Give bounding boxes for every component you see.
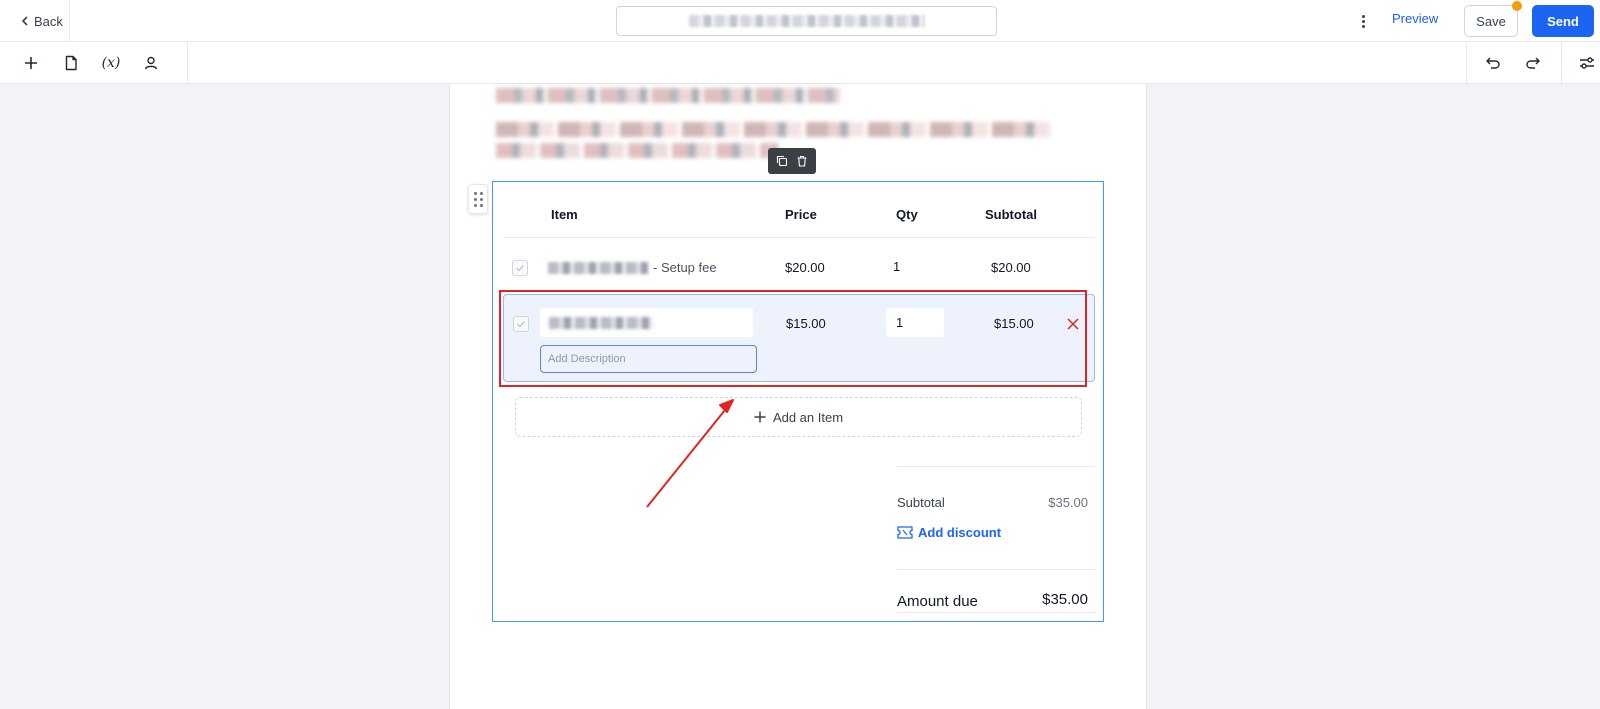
variable-icon[interactable]: (x) (98, 50, 124, 76)
add-item-button[interactable]: Add an Item (515, 397, 1082, 437)
add-item-label: Add an Item (772, 409, 844, 425)
subtotal-label: Subtotal (897, 495, 945, 510)
chevron-left-icon (21, 16, 28, 26)
item-qty-input[interactable] (886, 308, 944, 337)
redacted-title (688, 15, 925, 27)
editor-toolbar: (x) (0, 42, 1600, 84)
ticket-icon (897, 526, 913, 539)
plus-icon (754, 411, 766, 423)
redacted-text (496, 143, 778, 158)
duplicate-icon[interactable] (776, 155, 788, 167)
save-button[interactable]: Save (1464, 5, 1518, 37)
editing-line-item: $15.00 $15.00 (503, 294, 1095, 382)
header-price: Price (785, 207, 817, 222)
send-button[interactable]: Send (1532, 5, 1594, 37)
redacted-item-name (548, 262, 648, 274)
document-title-field[interactable] (616, 6, 997, 36)
undo-icon[interactable] (1480, 50, 1506, 76)
user-icon[interactable] (138, 50, 164, 76)
document-page: Item Price Qty Subtotal - Setup fee $20.… (450, 84, 1146, 709)
settings-sliders-icon[interactable] (1574, 50, 1600, 76)
row-checkbox[interactable] (513, 316, 529, 332)
item-subtotal: $20.00 (991, 260, 1031, 275)
item-description-input[interactable] (540, 345, 757, 373)
item-name-suffix: - Setup fee (653, 260, 717, 275)
top-bar: Back Preview Save Send (0, 0, 1600, 42)
check-icon (516, 265, 524, 272)
amount-due-label: Amount due (897, 593, 978, 610)
header-divider (503, 237, 1095, 238)
header-subtotal: Subtotal (985, 207, 1037, 222)
toolbar-divider (1561, 42, 1562, 84)
header-item: Item (551, 207, 578, 222)
item-price: $15.00 (786, 316, 826, 331)
add-discount-button[interactable]: Add discount (897, 525, 1001, 540)
header-qty: Qty (896, 207, 918, 222)
toolbar-divider (187, 42, 188, 84)
toolbar-divider (1466, 42, 1467, 84)
row-checkbox[interactable] (512, 260, 528, 276)
line-items-table: Item Price Qty Subtotal - Setup fee $20.… (492, 181, 1104, 622)
redacted-item-name (549, 317, 653, 329)
back-label: Back (34, 13, 63, 29)
item-subtotal: $15.00 (994, 316, 1034, 331)
item-name-input[interactable] (540, 308, 753, 337)
redo-icon[interactable] (1520, 50, 1546, 76)
add-discount-label: Add discount (918, 525, 1002, 540)
redacted-text (496, 122, 1050, 137)
remove-item-icon[interactable] (1066, 317, 1080, 331)
plus-icon[interactable] (18, 50, 44, 76)
preview-button[interactable]: Preview (1392, 11, 1438, 26)
subtotal-value: $35.00 (1048, 495, 1088, 510)
page-icon[interactable] (58, 50, 84, 76)
item-qty: 1 (893, 259, 901, 274)
amount-due-value: $35.00 (1042, 591, 1088, 608)
unsaved-indicator (1512, 1, 1522, 11)
item-price: $20.00 (785, 260, 825, 275)
summary-divider (897, 612, 1095, 613)
redacted-text (496, 88, 840, 103)
back-button[interactable]: Back (14, 0, 70, 42)
block-toolbar (768, 148, 816, 174)
check-icon (517, 321, 525, 328)
summary-divider (897, 466, 1095, 467)
trash-icon[interactable] (796, 155, 808, 167)
more-options-icon[interactable] (1354, 8, 1372, 34)
summary-divider (897, 569, 1095, 570)
drag-handle-icon[interactable] (468, 184, 488, 214)
